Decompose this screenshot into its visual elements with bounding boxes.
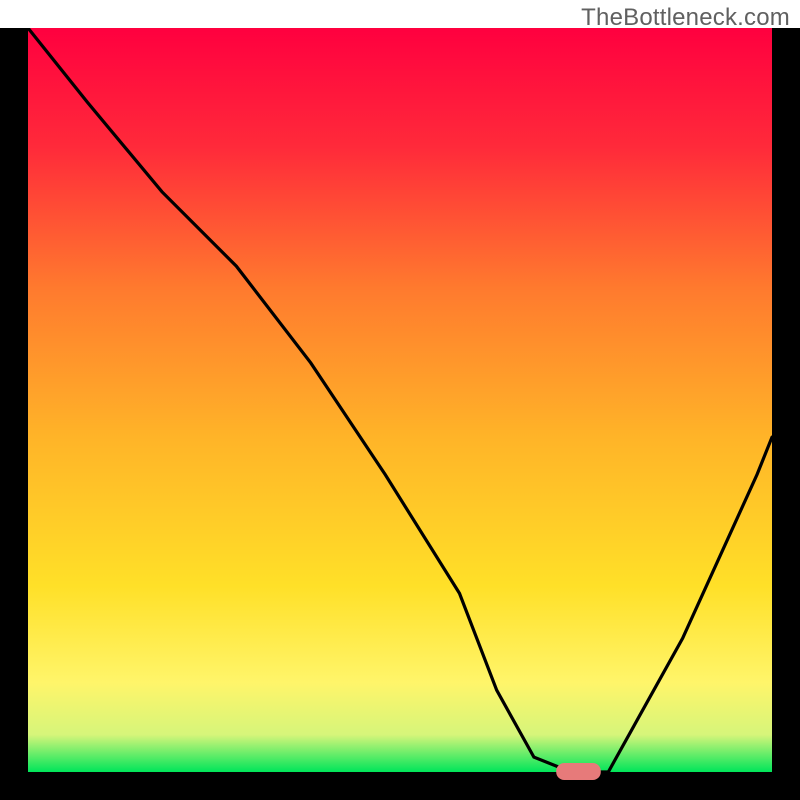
optimum-marker — [556, 763, 601, 780]
chart-container: TheBottleneck.com — [0, 0, 800, 800]
bottleneck-chart — [0, 28, 800, 800]
plot-area — [28, 28, 772, 772]
